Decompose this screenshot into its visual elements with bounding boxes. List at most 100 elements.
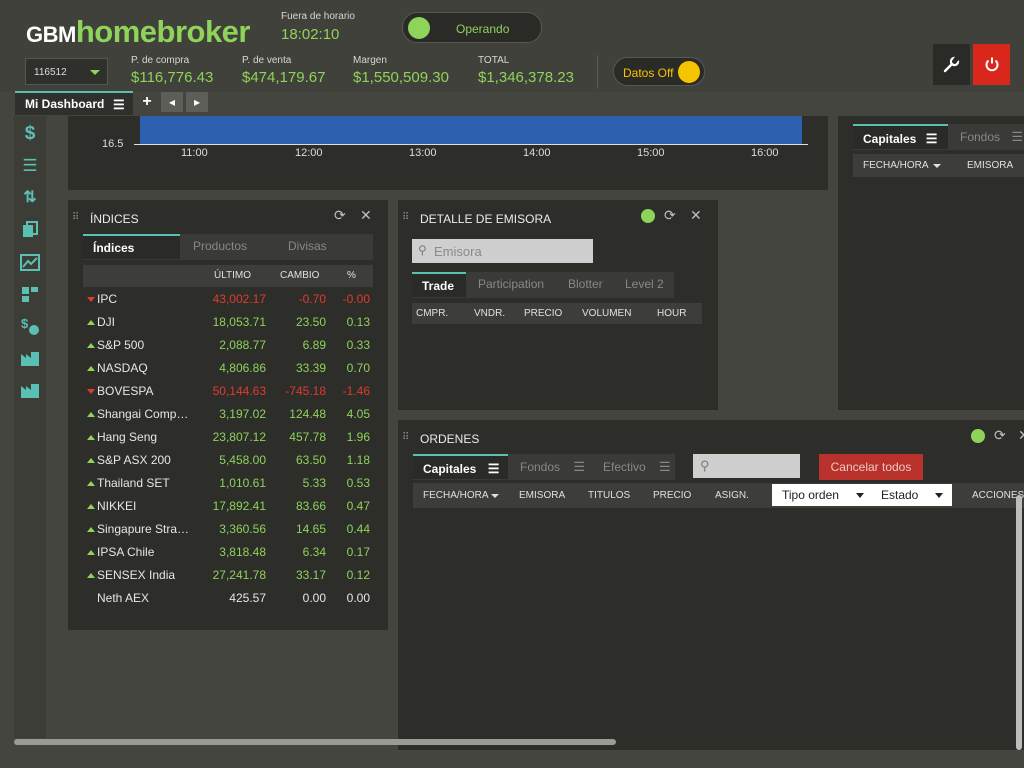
column-header: ASIGN. — [715, 490, 749, 501]
dashboard-icon[interactable] — [14, 278, 46, 310]
index-row[interactable]: Neth AEX 425.57 0.00 0.00 — [83, 586, 373, 609]
tab-fondos[interactable]: Fondos ☰ — [510, 454, 595, 479]
tab-fondos[interactable]: Fondos ☰ — [950, 124, 1024, 149]
drag-handle-icon[interactable]: ⠿ — [72, 212, 79, 223]
metric-label-margen: Margen — [353, 55, 387, 66]
index-change: 6.89 — [302, 338, 326, 352]
refresh-icon[interactable]: ⟳ — [334, 207, 346, 224]
chevron-down-icon — [935, 493, 943, 498]
cancel-all-button[interactable]: Cancelar todos — [819, 454, 923, 480]
index-row[interactable]: DJI 18,053.71 23.50 0.13 — [83, 310, 373, 333]
metric-label-compra: P. de compra — [131, 55, 190, 66]
refresh-icon[interactable]: ⟳ — [664, 207, 676, 224]
index-row[interactable]: Hang Seng 23,807.12 457.78 1.96 — [83, 425, 373, 448]
menu-icon[interactable]: ☰ — [926, 131, 938, 146]
index-row[interactable]: IPSA Chile 3,818.48 6.34 0.17 — [83, 540, 373, 563]
ordenes-search-input[interactable]: ⚲ — [693, 454, 800, 478]
factory-e-icon[interactable] — [14, 342, 46, 374]
menu-icon[interactable]: ☰ — [1011, 129, 1023, 144]
column-header: PRECIO — [653, 490, 692, 501]
index-row[interactable]: Shangai Comp… 3,197.02 124.48 4.05 — [83, 402, 373, 425]
right-table-header: FECHA/HORA EMISORA — [853, 154, 1024, 177]
menu-icon[interactable]: ☰ — [113, 97, 125, 113]
index-last: 1,010.61 — [219, 476, 266, 490]
vertical-scrollbar[interactable] — [1016, 495, 1022, 750]
index-change: 63.50 — [295, 453, 326, 467]
column-header: TITULOS — [588, 490, 631, 501]
tipo-orden-select[interactable]: Tipo orden — [782, 488, 839, 502]
column-header[interactable]: FECHA/HORA — [423, 490, 489, 501]
estado-select[interactable]: Estado — [881, 488, 918, 502]
drag-handle-icon[interactable]: ⠿ — [402, 212, 409, 223]
tab-efectivo[interactable]: Efectivo ☰ — [593, 454, 681, 479]
menu-icon[interactable]: ☰ — [488, 461, 500, 476]
search-placeholder: Emisora — [434, 244, 482, 259]
column-header: EMISORA — [967, 160, 1014, 171]
close-icon[interactable]: ✕ — [690, 207, 702, 224]
tab-label: Capitales — [863, 132, 917, 146]
index-row[interactable]: BOVESPA 50,144.63 -745.18 -1.46 — [83, 379, 373, 402]
index-row[interactable]: S&P 500 2,088.77 6.89 0.33 — [83, 333, 373, 356]
column-header: CMPR. — [416, 308, 449, 319]
index-row[interactable]: SENSEX India 27,241.78 33.17 0.12 — [83, 563, 373, 586]
toggle-knob — [678, 61, 700, 83]
up-arrow-icon — [87, 458, 95, 463]
close-icon[interactable]: ✕ — [1018, 427, 1024, 444]
tab-divisas[interactable]: Divisas — [278, 234, 337, 259]
tab-mi-dashboard[interactable]: Mi Dashboard ☰ — [15, 91, 133, 115]
status-dot — [641, 209, 655, 223]
next-tab-button[interactable]: ▸ — [186, 92, 208, 112]
tab-trade[interactable]: Trade — [412, 272, 466, 297]
down-arrow-icon — [87, 297, 95, 302]
column-header[interactable]: FECHA/HORA — [863, 160, 929, 171]
index-name: NIKKEI — [97, 499, 137, 513]
menu-icon[interactable]: ☰ — [659, 459, 671, 474]
power-icon — [985, 57, 999, 72]
index-row[interactable]: Thailand SET 1,010.61 5.33 0.53 — [83, 471, 373, 494]
operando-toggle[interactable]: Operando — [402, 12, 542, 43]
refresh-icon[interactable]: ⟳ — [994, 427, 1006, 444]
tab-participation[interactable]: Participation — [468, 272, 554, 297]
tab-indices[interactable]: Índices — [83, 234, 180, 259]
account-select[interactable]: 116512 — [25, 58, 108, 85]
datos-toggle[interactable]: Datos Off — [613, 57, 705, 86]
prev-tab-button[interactable]: ◂ — [161, 92, 183, 112]
index-pct: 4.05 — [346, 407, 370, 421]
money-clock-icon[interactable]: $ — [14, 310, 46, 342]
dollar-icon[interactable]: $ — [14, 118, 46, 150]
index-row[interactable]: NIKKEI 17,892.41 83.66 0.47 — [83, 494, 373, 517]
tab-productos[interactable]: Productos — [183, 234, 257, 259]
index-name: Neth AEX — [97, 591, 150, 605]
index-row[interactable]: S&P ASX 200 5,458.00 63.50 1.18 — [83, 448, 373, 471]
horizontal-scrollbar[interactable] — [14, 739, 616, 745]
emisora-search-input[interactable]: ⚲ Emisora — [412, 239, 593, 263]
column-header: HOUR — [657, 308, 687, 319]
search-icon: ⚲ — [700, 458, 710, 473]
line-chart-icon[interactable] — [14, 246, 46, 278]
index-row[interactable]: NASDAQ 4,806.86 33.39 0.70 — [83, 356, 373, 379]
tab-blotter[interactable]: Blotter — [558, 272, 613, 297]
index-pct: 1.96 — [346, 430, 370, 444]
index-change: 23.50 — [295, 315, 326, 329]
index-row[interactable]: IPC 43,002.17 -0.70 -0.00 — [83, 287, 373, 310]
tab-capitales[interactable]: Capitales ☰ — [853, 124, 948, 149]
x-tick-label: 16:00 — [751, 147, 779, 159]
index-row[interactable]: Singapure Stra… 3,360.56 14.65 0.44 — [83, 517, 373, 540]
close-icon[interactable]: ✕ — [360, 207, 372, 224]
factory-icon[interactable] — [14, 374, 46, 406]
tab-label: Capitales — [423, 462, 477, 476]
transfer-icon[interactable]: ⇅ — [14, 182, 46, 214]
settings-button[interactable] — [933, 44, 970, 85]
tab-level-2[interactable]: Level 2 — [615, 272, 674, 297]
drag-handle-icon[interactable]: ⠿ — [402, 432, 409, 443]
index-change: -0.70 — [298, 292, 326, 306]
list-icon[interactable]: ☰ — [14, 150, 46, 182]
index-name: NASDAQ — [97, 361, 148, 375]
x-tick-label: 15:00 — [637, 147, 665, 159]
logout-button[interactable] — [973, 44, 1010, 85]
tab-capitales[interactable]: Capitales ☰ — [413, 454, 508, 479]
chevron-down-icon — [856, 493, 864, 498]
menu-icon[interactable]: ☰ — [573, 459, 585, 474]
add-tab-button[interactable]: + — [136, 92, 158, 112]
documents-icon[interactable] — [14, 214, 46, 246]
